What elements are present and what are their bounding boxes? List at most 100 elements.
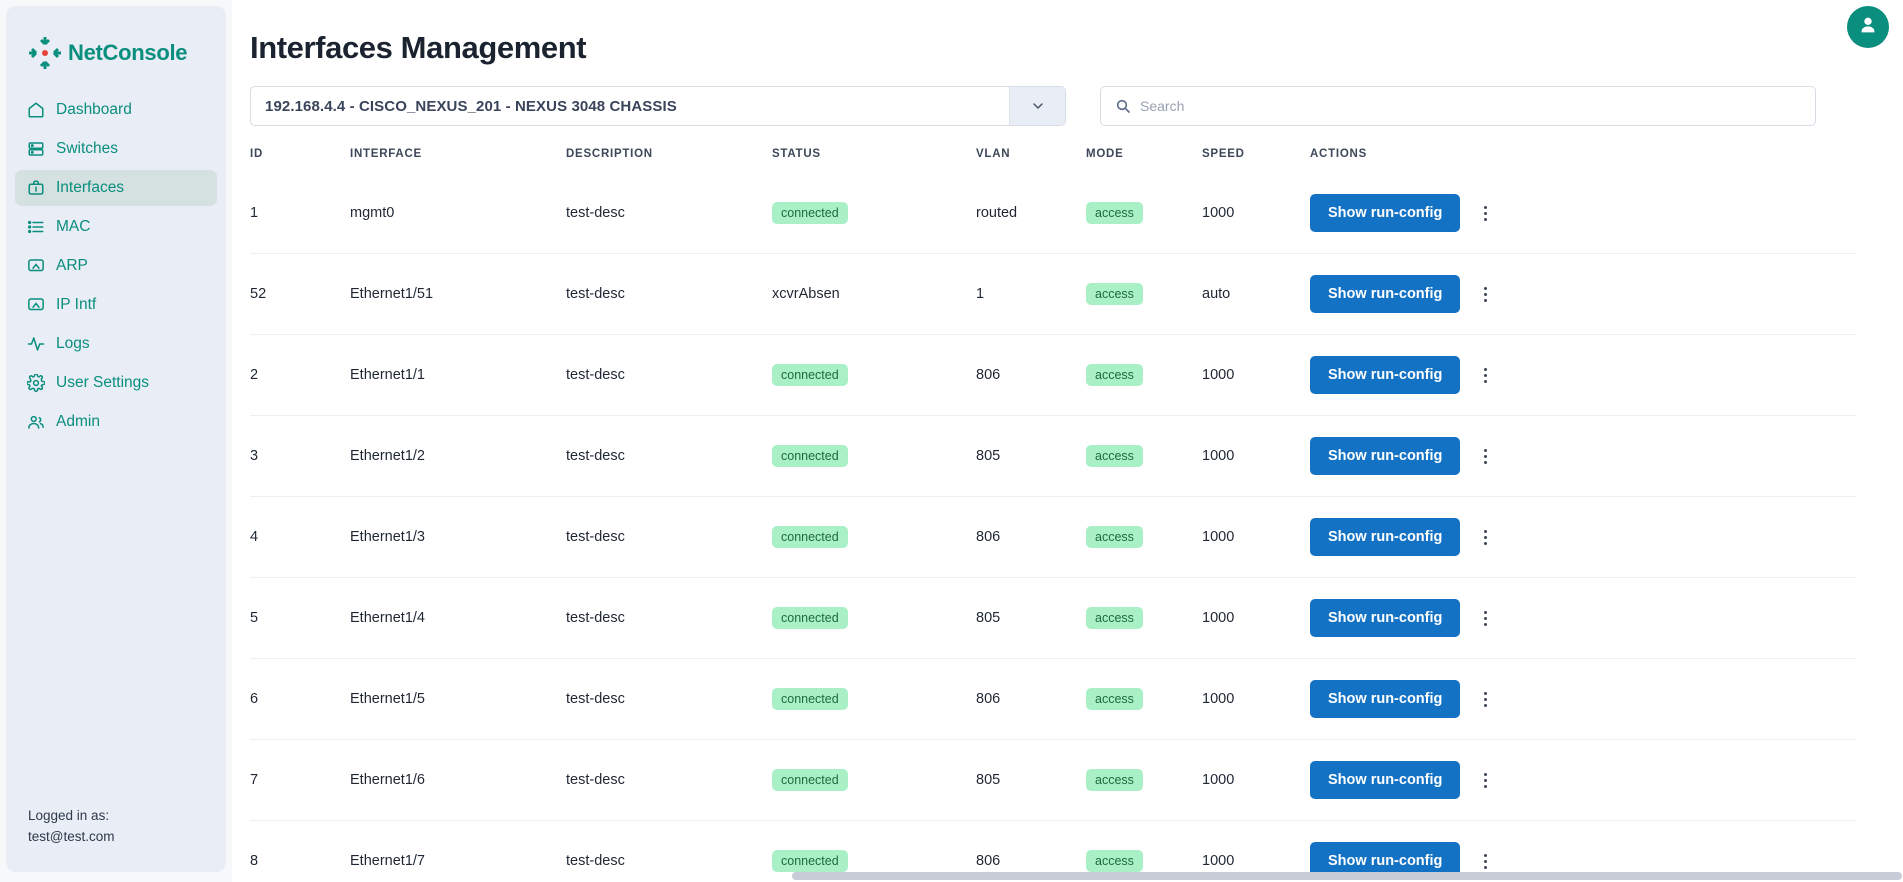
cell-id: 7: [250, 739, 350, 821]
briefcase-icon: [26, 179, 45, 198]
table-row[interactable]: 3 Ethernet1/2 test-desc connected 805 access 1…: [250, 415, 1857, 497]
sidebar-panel: NetConsole Dashboard Switches Interfaces…: [6, 6, 226, 872]
column-header-description[interactable]: DESCRIPTION: [566, 148, 772, 173]
interfaces-table-region: ID INTERFACE DESCRIPTION STATUS VLAN MOD…: [232, 126, 1903, 882]
table-row[interactable]: 7 Ethernet1/6 test-desc connected 805 access 1…: [250, 739, 1857, 821]
table-row[interactable]: 6 Ethernet1/5 test-desc connected 806 access 1…: [250, 658, 1857, 740]
show-run-config-button[interactable]: Show run-config: [1310, 599, 1461, 637]
kebab-menu-icon[interactable]: [1478, 607, 1493, 630]
show-run-config-button[interactable]: Show run-config: [1310, 518, 1461, 556]
table-row[interactable]: 4 Ethernet1/3 test-desc connected 806 access 1…: [250, 496, 1857, 578]
sidebar-item-ip-intf[interactable]: IP Intf: [15, 287, 217, 323]
show-run-config-button[interactable]: Show run-config: [1310, 194, 1461, 232]
sidebar-item-admin[interactable]: Admin: [15, 404, 217, 440]
search-input[interactable]: [1140, 98, 1801, 114]
mode-badge: access: [1086, 687, 1143, 711]
cell-id: 2: [250, 334, 350, 416]
logged-in-label: Logged in as:: [28, 808, 110, 824]
column-header-id[interactable]: ID: [250, 148, 350, 173]
sidebar-item-label: Interfaces: [56, 179, 125, 196]
row-actions: Show run-config: [1310, 599, 1857, 637]
mode-badge: access: [1086, 444, 1143, 468]
cell-mode: access: [1086, 577, 1202, 659]
table-row[interactable]: 2 Ethernet1/1 test-desc connected 806 access 1…: [250, 334, 1857, 416]
row-actions: Show run-config: [1310, 275, 1857, 313]
cell-vlan: 1: [976, 253, 1086, 335]
cell-vlan: 806: [976, 334, 1086, 416]
kebab-menu-icon[interactable]: [1478, 688, 1493, 711]
cell-vlan: routed: [976, 205, 1018, 221]
show-run-config-button[interactable]: Show run-config: [1310, 356, 1461, 394]
table-row[interactable]: 52 Ethernet1/51 test-desc xcvrAbsen 1 access a…: [250, 253, 1857, 335]
cell-speed: 1000: [1202, 334, 1310, 416]
status-badge: connected: [772, 687, 848, 711]
search-icon: [1115, 98, 1131, 114]
cell-id: 6: [250, 658, 350, 740]
cell-id: 5: [250, 577, 350, 659]
column-header-mode[interactable]: MODE: [1086, 148, 1202, 173]
row-actions: Show run-config: [1310, 437, 1857, 475]
show-run-config-button[interactable]: Show run-config: [1310, 275, 1461, 313]
device-select[interactable]: 192.168.4.4 - CISCO_NEXUS_201 - NEXUS 30…: [250, 86, 1066, 126]
table-row[interactable]: 1 mgmt0 test-desc connected routed access 1000…: [250, 173, 1857, 254]
cell-mode: access: [1086, 253, 1202, 335]
kebab-menu-icon[interactable]: [1478, 202, 1493, 225]
sidebar-item-mac[interactable]: MAC: [15, 209, 217, 245]
cell-mode: access: [1086, 739, 1202, 821]
sidebar-item-label: MAC: [56, 218, 91, 235]
cell-description: test-desc: [566, 496, 772, 578]
sidebar-item-label: Admin: [56, 413, 100, 430]
column-header-vlan[interactable]: VLAN: [976, 148, 1086, 173]
sidebar-item-dashboard[interactable]: Dashboard: [15, 92, 217, 128]
cell-mode: access: [1086, 334, 1202, 416]
column-header-status[interactable]: STATUS: [772, 148, 976, 173]
cell-interface: Ethernet1/6: [350, 739, 566, 821]
cell-description: test-desc: [566, 577, 772, 659]
cell-interface: Ethernet1/1: [350, 334, 566, 416]
table-row[interactable]: 5 Ethernet1/4 test-desc connected 805 access 1…: [250, 577, 1857, 659]
show-run-config-button[interactable]: Show run-config: [1310, 437, 1461, 475]
cell-speed: 1000: [1202, 577, 1310, 659]
sidebar-item-arp[interactable]: ARP: [15, 248, 217, 284]
brand-logo[interactable]: NetConsole: [6, 6, 226, 92]
kebab-menu-icon[interactable]: [1478, 526, 1493, 549]
cell-speed: 1000: [1202, 205, 1235, 221]
kebab-menu-icon[interactable]: [1478, 850, 1493, 873]
sidebar-item-switches[interactable]: Switches: [15, 131, 217, 167]
cell-id: 52: [250, 253, 350, 335]
user-avatar-button[interactable]: [1847, 6, 1889, 48]
cell-interface: mgmt0: [350, 205, 395, 221]
sidebar-item-logs[interactable]: Logs: [15, 326, 217, 362]
cell-interface: Ethernet1/4: [350, 577, 566, 659]
cell-vlan: 806: [976, 658, 1086, 740]
sidebar-item-interfaces[interactable]: Interfaces: [15, 170, 217, 206]
kebab-menu-icon[interactable]: [1478, 445, 1493, 468]
page-title: Interfaces Management: [250, 30, 587, 65]
kebab-menu-icon[interactable]: [1478, 364, 1493, 387]
sidebar-item-user-settings[interactable]: User Settings: [15, 365, 217, 401]
cell-description: test-desc: [566, 658, 772, 740]
users-icon: [26, 413, 45, 432]
controls-bar: 192.168.4.4 - CISCO_NEXUS_201 - NEXUS 30…: [232, 66, 1903, 126]
column-header-interface[interactable]: INTERFACE: [350, 148, 566, 173]
chevron-down-icon[interactable]: [1009, 87, 1065, 125]
row-actions: Show run-config: [1310, 761, 1857, 799]
cell-status: connected: [772, 334, 976, 416]
kebab-menu-icon[interactable]: [1478, 769, 1493, 792]
cell-status: connected: [772, 658, 976, 740]
show-run-config-button[interactable]: Show run-config: [1310, 680, 1461, 718]
search-box[interactable]: [1100, 86, 1816, 126]
column-header-speed[interactable]: SPEED: [1202, 148, 1310, 173]
logged-in-info: Logged in as: test@test.com: [6, 806, 226, 848]
cell-mode: access: [1086, 173, 1202, 254]
horizontal-scrollbar[interactable]: [792, 872, 1902, 880]
kebab-menu-icon[interactable]: [1478, 283, 1493, 306]
sidebar-item-label: User Settings: [56, 374, 150, 391]
cell-id: 1: [250, 205, 259, 221]
cell-actions: Show run-config: [1310, 334, 1857, 416]
cell-actions: Show run-config: [1310, 739, 1857, 821]
sidebar-nav: Dashboard Switches Interfaces MAC ARP IP…: [6, 92, 226, 440]
show-run-config-button[interactable]: Show run-config: [1310, 761, 1461, 799]
cell-actions: Show run-config: [1310, 496, 1857, 578]
status-badge: connected: [772, 201, 848, 225]
